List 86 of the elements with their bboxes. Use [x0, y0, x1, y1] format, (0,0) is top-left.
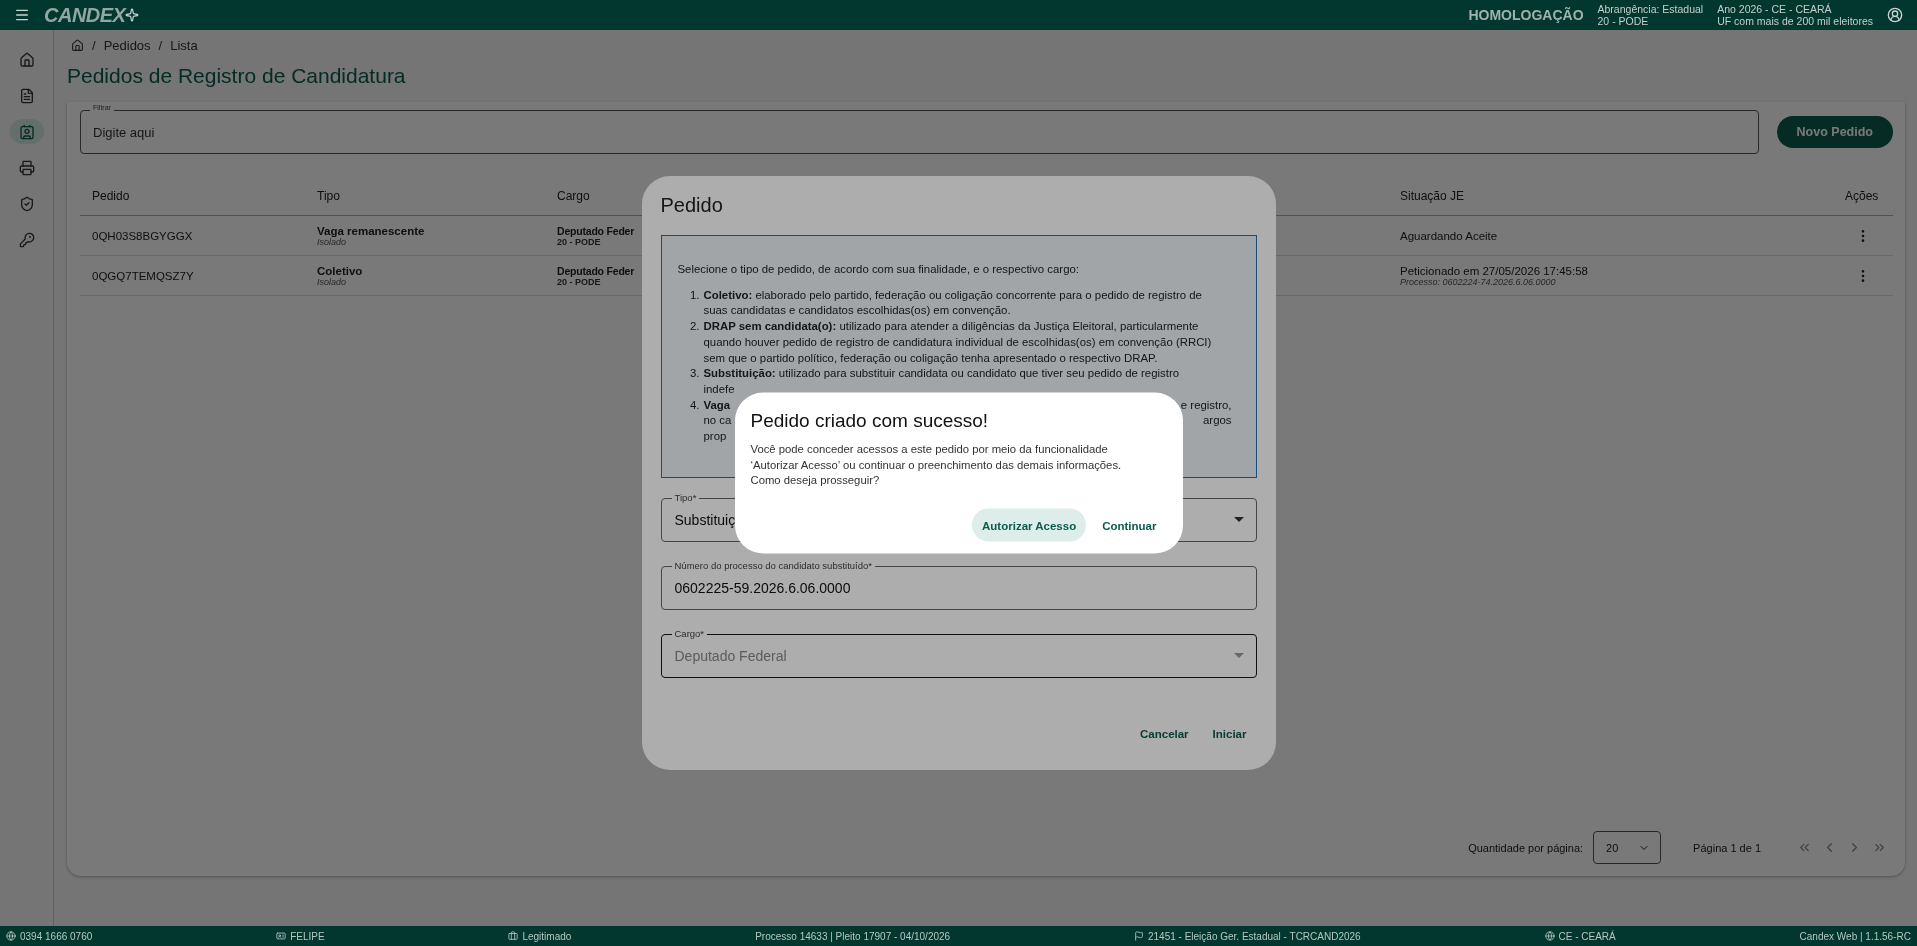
column-header: Tipo — [305, 176, 545, 216]
table-cell: 0QGQ7TEMQSZ7Y — [92, 269, 194, 282]
sparkle-icon — [125, 8, 140, 22]
table-cell: Deputado Feder — [557, 264, 635, 277]
table-cell: 20 - PODE — [557, 236, 601, 247]
info-text: Vaga — [703, 397, 731, 413]
table-cell: 20 - PODE — [557, 276, 601, 287]
logo: CANDEX — [44, 3, 126, 27]
briefcase-icon — [508, 931, 519, 941]
key-icon — [18, 231, 35, 248]
election-text: UF com mais de 200 mil eleitores — [1717, 15, 1873, 27]
id-card-icon — [18, 123, 35, 140]
field-label: Número do processo do candidato substituído* — [671, 560, 875, 571]
authorize-access-button[interactable]: Autorizar Acesso — [972, 508, 1087, 542]
status-text: CE - CEARÁ — [1558, 930, 1616, 942]
home-icon[interactable] — [71, 38, 84, 52]
table-cell: Aguardando Aceite — [1400, 229, 1498, 242]
table-cell: Deputado Feder — [557, 224, 635, 237]
home-icon — [18, 51, 35, 68]
dialog-message: Como deseja prosseguir? — [750, 472, 881, 488]
printer-icon — [18, 159, 35, 176]
dialog-button[interactable]: Cancelar — [1130, 717, 1199, 750]
field-label: Tipo* — [671, 492, 700, 503]
info-text: Coletivo: elaborado pelo partido, federação ou coligação concorrente para o pedido de registro de — [703, 287, 1202, 303]
info-text: no ca — [703, 413, 732, 429]
list-number: 2. — [689, 319, 701, 335]
page-size-label: Quantidade por página: — [1468, 841, 1584, 854]
environment-label: HOMOLOGAÇÃO — [1468, 7, 1584, 23]
dialog-button[interactable]: Iniciar — [1202, 717, 1257, 750]
sidebar-item[interactable] — [9, 119, 44, 144]
info-text: argos — [1203, 413, 1232, 429]
table-cell: Isolado — [317, 276, 347, 287]
dialog-message: Você pode conceder acessos a este pedido por meio da funcionalidade — [750, 441, 1109, 457]
scope-text: 20 - PODE — [1597, 15, 1650, 27]
info-text: quando houver pedido de registro de candidatura individual de escolhidas(os) em convenção (RRCI) — [703, 334, 1212, 350]
info-intro: Selecione o tipo de pedido, de acordo com sua finalidade, e o respectivo cargo: — [677, 262, 1080, 277]
status-text: Processo 14633 | Pleito 17907 - 04/10/2026 — [755, 930, 951, 942]
list-number: 4. — [689, 397, 701, 413]
status-text: 0394 1666 0760 — [20, 930, 93, 942]
account-icon[interactable] — [1887, 7, 1903, 23]
page-title: Pedidos de Registro de Candidatura — [67, 64, 407, 88]
table-cell: Processo: 0602224-74.2026.6.06.0000 — [1400, 276, 1556, 287]
list-number: 1. — [689, 287, 701, 303]
page-size-select[interactable]: 20 — [1593, 831, 1662, 864]
info-text: indefe — [703, 381, 735, 397]
info-text: e registro, — [1180, 397, 1232, 413]
breadcrumb-separator: / — [158, 37, 163, 53]
table-cell: Coletivo — [317, 264, 363, 277]
column-header: Ações — [1833, 176, 1893, 216]
breadcrumb-separator: / — [92, 37, 96, 53]
badge-icon — [276, 931, 287, 941]
status-text: 21451 - Eleição Ger. Estadual - TCRCAND2026 — [1147, 930, 1361, 942]
globe-icon — [6, 931, 16, 941]
globe-icon — [1544, 931, 1555, 941]
menu-icon[interactable] — [14, 7, 30, 23]
info-text: prop — [703, 429, 727, 445]
column-header: Pedido — [80, 176, 305, 216]
dialog-title: Pedido — [660, 194, 724, 217]
new-order-button[interactable]: Novo Pedido — [1776, 116, 1893, 148]
shield-icon — [18, 195, 35, 212]
table-cell: Peticionado em 27/05/2026 17:45:58 — [1400, 264, 1588, 277]
election-text: Ano 2026 - CE - CEARÁ — [1717, 3, 1833, 15]
column-header: Situação JE — [1388, 176, 1833, 216]
table-cell: Vaga remanescente — [317, 224, 425, 237]
continue-button[interactable]: Continuar — [1092, 508, 1167, 542]
dropdown-icon — [1233, 653, 1244, 659]
dialog-title: Pedido criado com sucesso! — [750, 409, 990, 432]
status-text: Legitimado — [522, 930, 572, 942]
flag-icon — [1133, 931, 1144, 941]
filter-field[interactable]: Digite aqui — [80, 110, 1759, 154]
info-text: suas candidatas e candidatos escolhidas(os) em convenção. — [703, 303, 1011, 319]
status-text: Candex Web | 1.1.56-RC — [1799, 930, 1911, 942]
page-info: Página 1 de 1 — [1693, 841, 1761, 854]
document-icon — [18, 87, 35, 104]
breadcrumb-link[interactable]: Pedidos — [103, 37, 151, 53]
info-text: sem que o partido político, federação ou coligação tenha apresentado o respectivo DRAP. — [703, 350, 1158, 366]
table-cell: 0QH03S8BGYGGX — [92, 229, 193, 242]
status-text: FELIPE — [290, 930, 325, 942]
field-label: Cargo* — [671, 628, 708, 639]
info-text: DRAP sem candidata(o): utilizado para atender a diligências da Justiça Eleitoral, particularmente — [703, 319, 1199, 335]
list-number: 3. — [689, 366, 701, 382]
info-text: Substituição: utilizado para substituir candidata ou candidato que tiver seu pedido de registro — [703, 366, 1180, 382]
table-cell: Isolado — [317, 236, 347, 247]
dropdown-icon — [1233, 517, 1244, 523]
dialog-message: ‘Autorizar Acesso’ ou continuar o preenchimento das demais informações. — [750, 457, 1123, 473]
scope-text: Abrangência: Estadual — [1597, 3, 1704, 15]
